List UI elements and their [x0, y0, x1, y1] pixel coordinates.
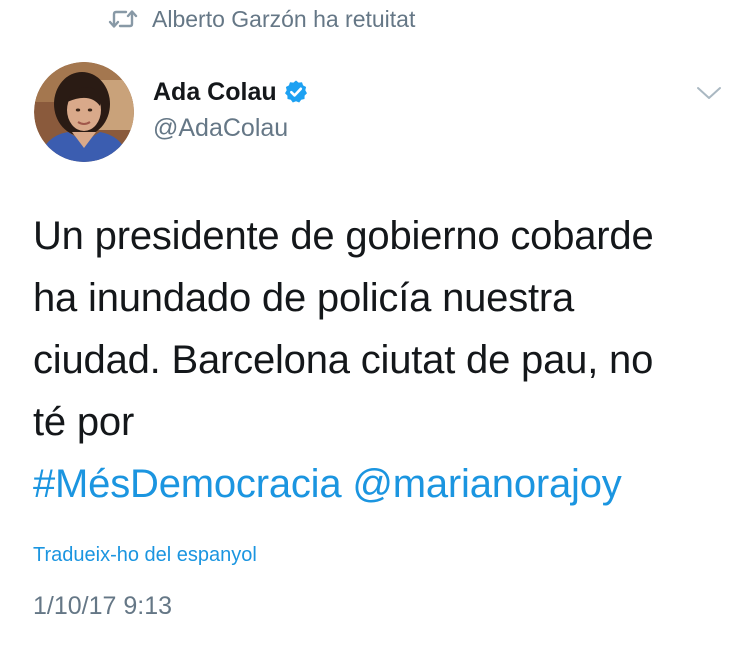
author-display-name[interactable]: Ada Colau: [153, 78, 277, 107]
avatar[interactable]: [34, 62, 134, 162]
hashtag-link[interactable]: #MésDemocracia: [33, 462, 342, 506]
mention-link[interactable]: @marianorajoy: [352, 462, 621, 506]
retweet-context-text: Alberto Garzón ha retuitat: [152, 5, 416, 32]
tweet-text-line: té por: [33, 400, 135, 444]
author-name-row: Ada Colau: [153, 74, 309, 110]
tweet-text-line: Un presidente de gobierno cobarde: [33, 214, 654, 258]
translate-link[interactable]: Tradueix-ho del espanyol: [33, 544, 257, 567]
verified-badge-icon: [283, 79, 309, 105]
tweet-text: Un presidente de gobierno cobarde ha inu…: [33, 205, 723, 515]
tweet-author[interactable]: Ada Colau @AdaColau: [153, 74, 309, 143]
chevron-down-icon: [694, 82, 724, 104]
tweet-link-line: #MésDemocracia @marianorajoy: [33, 453, 723, 515]
tweet-timestamp[interactable]: 1/10/17 9:13: [33, 592, 172, 621]
retweet-icon: [108, 8, 138, 30]
tweet-text-line: ha inundado de policía nuestra: [33, 276, 575, 320]
tweet-menu-button[interactable]: [694, 82, 724, 104]
author-handle[interactable]: @AdaColau: [153, 114, 309, 143]
tweet-text-line: ciudad. Barcelona ciutat de pau, no: [33, 338, 654, 382]
retweet-context[interactable]: Alberto Garzón ha retuitat: [108, 6, 415, 32]
